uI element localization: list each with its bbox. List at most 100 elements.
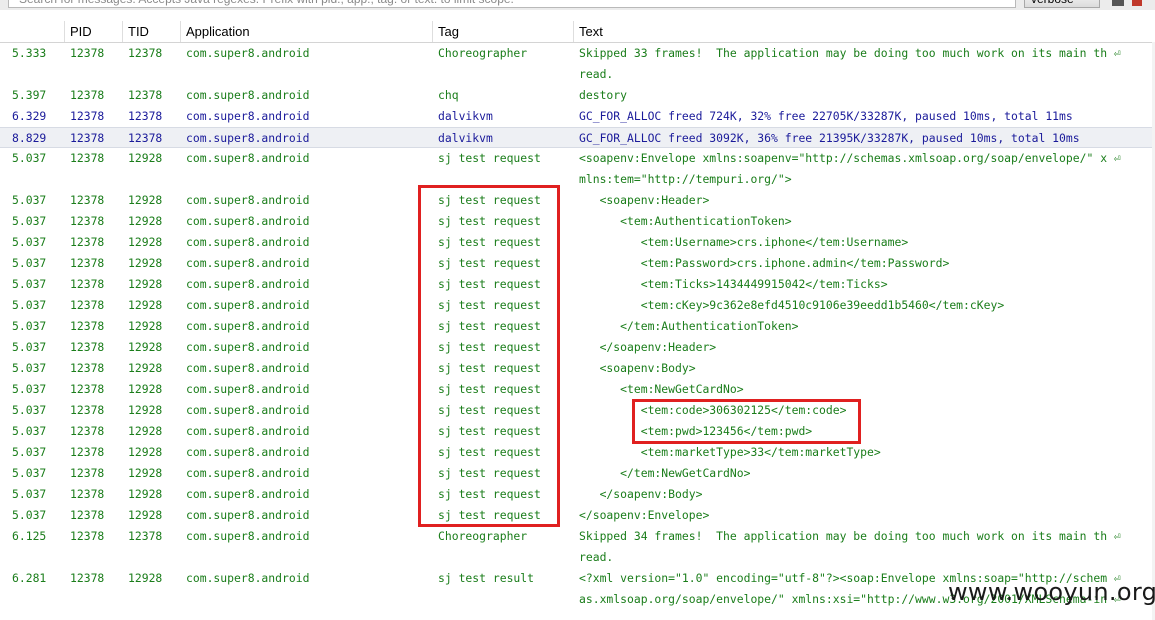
log-tag: Choreographer xyxy=(438,529,528,543)
log-application: com.super8.android xyxy=(186,46,310,60)
log-time: 5.037 xyxy=(12,319,47,333)
log-tag: sj test request xyxy=(438,340,541,354)
log-tid: 12378 xyxy=(128,529,163,543)
log-level-select[interactable]: verbose xyxy=(1024,0,1100,8)
log-text: </soapenv:Body> xyxy=(579,487,703,501)
log-tid: 12928 xyxy=(128,235,163,249)
log-application: com.super8.android xyxy=(186,109,310,123)
log-application: com.super8.android xyxy=(186,361,310,375)
log-pid: 12378 xyxy=(70,151,105,165)
log-text: destory xyxy=(579,88,628,102)
log-application: com.super8.android xyxy=(186,214,310,228)
column-header-tag[interactable]: Tag xyxy=(432,21,573,42)
log-row[interactable]: 5.037 12378 12928 com.super8.android sj test… xyxy=(0,379,1155,400)
log-text: Skipped 33 frames! The application may b… xyxy=(579,46,1121,60)
log-text: <tem:Username>crs.iphone</tem:Username> xyxy=(579,235,909,249)
column-header-tid[interactable]: TID xyxy=(122,21,180,42)
log-tid xyxy=(128,169,183,190)
log-text: <tem:pwd>123456</tem:pwd> xyxy=(579,424,813,438)
log-row[interactable]: 5.037 12378 12928 com.super8.android sj test… xyxy=(0,358,1155,379)
log-row[interactable]: 8.829 12378 12378 com.super8.android dalvikv… xyxy=(0,127,1155,148)
log-row[interactable]: 5.037 12378 12928 com.super8.android sj test… xyxy=(0,442,1155,463)
log-row[interactable]: 5.037 12378 12928 com.super8.android sj test… xyxy=(0,232,1155,253)
log-row[interactable]: read. xyxy=(0,547,1155,568)
watermark: www.wooyun.org xyxy=(948,578,1155,606)
log-pid: 12378 xyxy=(70,277,105,291)
log-row[interactable]: read. xyxy=(0,64,1155,85)
log-row[interactable]: 5.037 12378 12928 com.super8.android sj test… xyxy=(0,190,1155,211)
log-tag: sj test request xyxy=(438,445,541,459)
log-application: com.super8.android xyxy=(186,319,310,333)
log-tid: 12928 xyxy=(128,508,163,522)
log-tag: sj test request xyxy=(438,466,541,480)
column-header-text[interactable]: Text xyxy=(573,21,1155,42)
log-row[interactable]: 5.037 12378 12928 com.super8.android sj test… xyxy=(0,316,1155,337)
log-time: 5.397 xyxy=(12,88,47,102)
log-text: mlns:tem="http://tempuri.org/"> xyxy=(579,172,792,186)
log-time xyxy=(12,169,67,190)
log-row[interactable]: 5.037 12378 12928 com.super8.android sj test… xyxy=(0,295,1155,316)
log-table-header: PID TID Application Tag Text xyxy=(0,21,1155,43)
log-pid: 12378 xyxy=(70,109,105,123)
clear-log-icon[interactable] xyxy=(1132,0,1142,6)
log-tag: sj test request xyxy=(438,508,541,522)
log-tid: 12928 xyxy=(128,466,163,480)
log-tag: sj test result xyxy=(438,571,535,585)
log-application: com.super8.android xyxy=(186,445,310,459)
log-row[interactable]: 5.037 12378 12928 com.super8.android sj test… xyxy=(0,463,1155,484)
log-tag: sj test request xyxy=(438,487,541,501)
log-application: com.super8.android xyxy=(186,235,310,249)
log-pid xyxy=(70,547,125,568)
log-table-body: 5.333 12378 12378 com.super8.android Choreog… xyxy=(0,43,1155,610)
log-tag: sj test request xyxy=(438,403,541,417)
log-time: 5.037 xyxy=(12,298,47,312)
column-header-time[interactable] xyxy=(0,21,64,42)
log-time: 5.037 xyxy=(12,235,47,249)
column-header-application[interactable]: Application xyxy=(180,21,432,42)
log-row[interactable]: 5.037 12378 12928 com.super8.android sj test… xyxy=(0,505,1155,526)
log-text: <soapenv:Body> xyxy=(579,361,696,375)
log-row[interactable]: 5.037 12378 12928 com.super8.android sj test… xyxy=(0,253,1155,274)
log-pid: 12378 xyxy=(70,529,105,543)
log-row[interactable]: 5.037 12378 12928 com.super8.android sj test… xyxy=(0,400,1155,421)
log-tag: sj test request xyxy=(438,214,541,228)
log-pid: 12378 xyxy=(70,88,105,102)
search-input[interactable]: Search for messages. Accepts Java regexe… xyxy=(8,0,1016,8)
log-time: 5.037 xyxy=(12,424,47,438)
log-pid: 12378 xyxy=(70,235,105,249)
log-row[interactable]: 6.329 12378 12378 com.super8.android dalvikv… xyxy=(0,106,1155,127)
log-time: 6.281 xyxy=(12,571,47,585)
log-tag: sj test request xyxy=(438,382,541,396)
save-icon[interactable] xyxy=(1112,0,1124,6)
log-application: com.super8.android xyxy=(186,382,310,396)
log-tag: chq xyxy=(438,88,459,102)
log-tag: sj test request xyxy=(438,319,541,333)
log-tid: 12378 xyxy=(128,131,163,145)
log-pid xyxy=(70,64,125,85)
log-row[interactable]: 5.397 12378 12378 com.super8.android chq dest… xyxy=(0,85,1155,106)
column-header-pid[interactable]: PID xyxy=(64,21,122,42)
toolbar: Search for messages. Accepts Java regexe… xyxy=(0,0,1155,10)
log-row[interactable]: 5.333 12378 12378 com.super8.android Choreog… xyxy=(0,43,1155,64)
log-row[interactable]: 5.037 12378 12928 com.super8.android sj test… xyxy=(0,421,1155,442)
log-tag: sj test request xyxy=(438,193,541,207)
log-text: </soapenv:Envelope> xyxy=(579,508,710,522)
log-row[interactable]: 5.037 12378 12928 com.super8.android sj test… xyxy=(0,148,1155,169)
log-pid: 12378 xyxy=(70,256,105,270)
log-application: com.super8.android xyxy=(186,466,310,480)
log-row[interactable]: 5.037 12378 12928 com.super8.android sj test… xyxy=(0,337,1155,358)
log-row[interactable]: 5.037 12378 12928 com.super8.android sj test… xyxy=(0,484,1155,505)
log-row[interactable]: mlns:tem="http://tempuri.org/"> xyxy=(0,169,1155,190)
log-row[interactable]: 5.037 12378 12928 com.super8.android sj test… xyxy=(0,211,1155,232)
log-pid: 12378 xyxy=(70,193,105,207)
log-text: <tem:cKey>9c362e8efd4510c9106e39eedd1b54… xyxy=(579,298,1005,312)
log-tag xyxy=(438,64,568,85)
log-tag xyxy=(438,589,568,610)
log-row[interactable]: 6.125 12378 12378 com.super8.android Choreog… xyxy=(0,526,1155,547)
log-text: </tem:AuthenticationToken> xyxy=(579,319,799,333)
log-application: com.super8.android xyxy=(186,277,310,291)
log-row[interactable]: 5.037 12378 12928 com.super8.android sj test… xyxy=(0,274,1155,295)
log-tag: Choreographer xyxy=(438,46,528,60)
log-application: com.super8.android xyxy=(186,508,310,522)
log-application xyxy=(186,547,431,568)
